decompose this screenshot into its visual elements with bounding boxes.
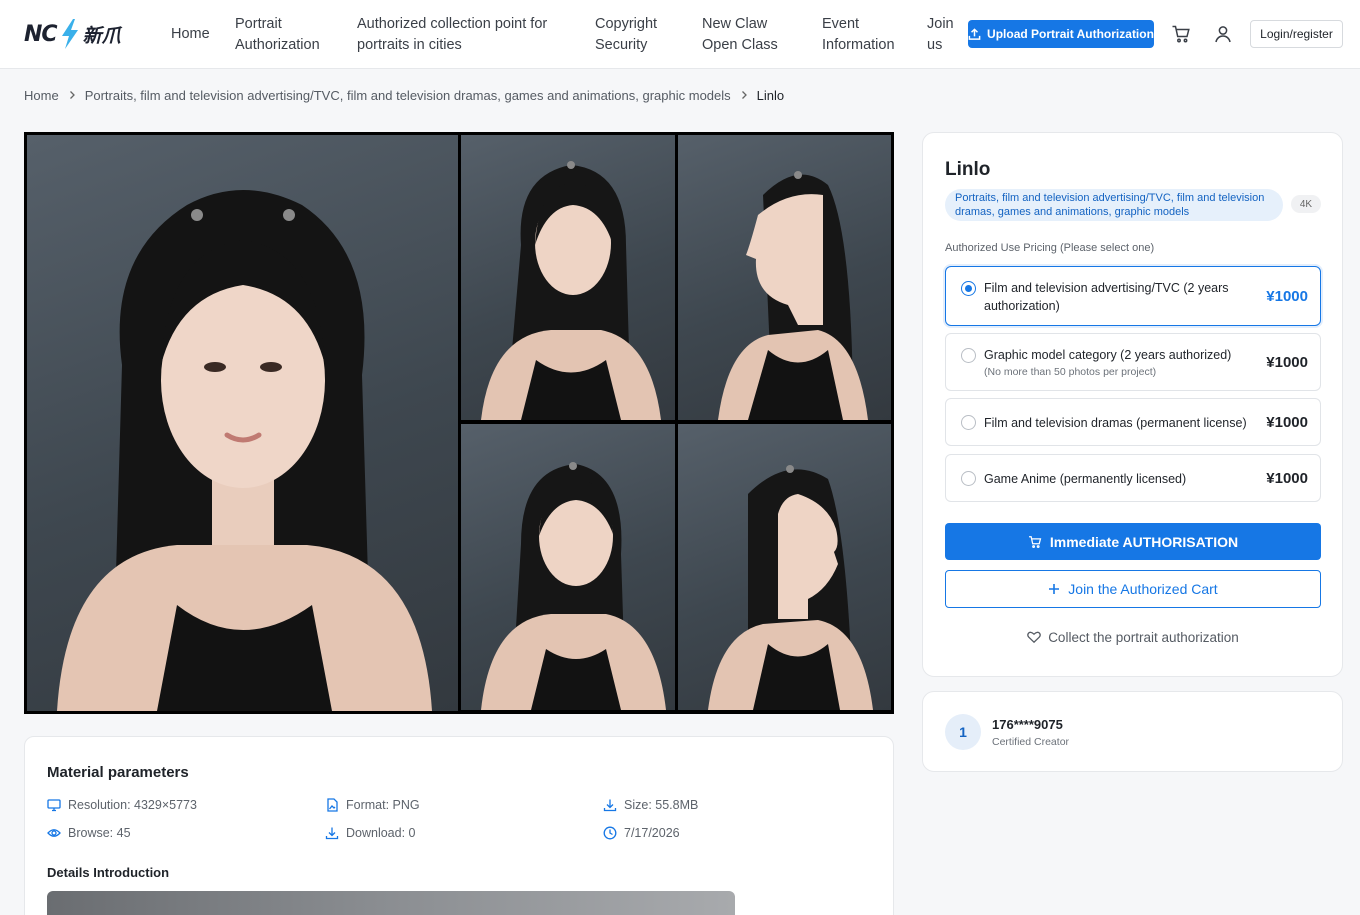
nav-portrait-authorization[interactable]: Portrait Authorization [235, 14, 320, 56]
cart-icon[interactable] [1171, 24, 1191, 44]
download-icon [325, 827, 339, 840]
upload-portrait-label: Upload Portrait Authorization [987, 27, 1154, 41]
param-date-text: 7/17/2026 [624, 826, 680, 840]
params-title: Material parameters [47, 764, 189, 781]
pricing-label: Authorized Use Pricing (Please select on… [945, 242, 1155, 254]
param-browse-text: Browse: 45 [68, 826, 131, 840]
monitor-icon [47, 799, 61, 812]
details-introduction-title: Details Introduction [47, 865, 170, 880]
immediate-authorisation-label: Immediate AUTHORISATION [1049, 533, 1239, 550]
breadcrumb-category[interactable]: Portraits, film and television advertisi… [85, 88, 731, 103]
portrait-photo-profile-side[interactable] [678, 424, 891, 710]
portrait-title: Linlo [945, 159, 991, 180]
param-size-text: Size: 55.8MB [624, 798, 699, 812]
param-format-text: Format: PNG [346, 798, 420, 812]
upload-icon [968, 27, 981, 40]
param-size: Size: 55.8MB [603, 797, 698, 813]
param-format: Format: PNG [325, 797, 420, 813]
nav-event-information[interactable]: Event Information [822, 14, 895, 56]
clock-icon [603, 826, 617, 840]
user-icon[interactable] [1213, 24, 1233, 44]
nav-home[interactable]: Home [171, 24, 210, 45]
immediate-authorisation-button[interactable]: Immediate AUTHORISATION [945, 523, 1321, 560]
collect-label: Collect the portrait authorization [1048, 629, 1239, 645]
creator-card[interactable]: 1 176****9075 Certified Creator [922, 691, 1343, 772]
site-logo[interactable]: NC 新爪 [24, 18, 134, 50]
param-resolution: Resolution: 4329×5773 [47, 797, 197, 813]
breadcrumb: Home Portraits, film and television adve… [24, 86, 784, 104]
authorization-panel: Linlo Portraits, film and television adv… [922, 132, 1343, 677]
nav-copyright-security[interactable]: Copyright Security [595, 14, 657, 56]
nav-join-us[interactable]: Join us [927, 14, 954, 56]
logo-text: NC [24, 21, 58, 47]
nav-collection-points[interactable]: Authorized collection point for portrait… [357, 14, 547, 56]
pricing-option-graphic-model[interactable]: Graphic model category (2 years authoriz… [945, 333, 1321, 391]
upload-portrait-button[interactable]: Upload Portrait Authorization [968, 20, 1154, 48]
logo-bolt-icon [61, 19, 78, 49]
option-price: ¥1000 [1266, 470, 1308, 487]
radio-unselected[interactable] [961, 471, 976, 486]
pricing-option-dramas[interactable]: Film and television dramas (permanent li… [945, 398, 1321, 446]
option-price: ¥1000 [1266, 288, 1308, 305]
download-icon [603, 799, 617, 812]
chevron-right-icon [741, 91, 747, 99]
cart-icon [1028, 535, 1042, 548]
login-register-button[interactable]: Login/register [1250, 20, 1343, 48]
param-date: 7/17/2026 [603, 825, 680, 841]
radio-unselected[interactable] [961, 415, 976, 430]
breadcrumb-current: Linlo [756, 87, 785, 103]
eye-icon [47, 829, 61, 837]
radio-unselected[interactable] [961, 348, 976, 363]
breadcrumb-home[interactable]: Home [24, 88, 59, 103]
portrait-photo-three-quarter-down[interactable] [461, 424, 675, 710]
join-cart-button[interactable]: Join the Authorized Cart [945, 570, 1321, 608]
top-header: NC 新爪 Home Portrait Authorization Author… [0, 0, 1360, 69]
creator-avatar: 1 [945, 714, 981, 750]
category-tag: Portraits, film and television advertisi… [945, 189, 1283, 221]
material-parameters-card: Material parameters Resolution: 4329×577… [24, 736, 894, 915]
portrait-photo-profile-right[interactable] [678, 135, 891, 420]
option-label: Film and television dramas (permanent li… [984, 416, 1247, 430]
chevron-right-icon [69, 91, 75, 99]
pricing-option-tvc[interactable]: Film and television advertising/TVC (2 y… [945, 266, 1321, 326]
option-label: Film and television advertising/TVC (2 y… [984, 281, 1229, 313]
plus-icon [1049, 584, 1060, 594]
details-image [47, 891, 735, 915]
portrait-gallery [24, 132, 894, 714]
logo-cn-text: 新爪 [82, 25, 121, 47]
radio-selected[interactable] [961, 281, 976, 296]
resolution-badge: 4K [1291, 195, 1321, 213]
heart-icon [1027, 631, 1042, 644]
pricing-option-game-anime[interactable]: Game Anime (permanently licensed) ¥1000 [945, 454, 1321, 502]
portrait-photo-main[interactable] [27, 135, 458, 711]
collect-portrait-link[interactable]: Collect the portrait authorization [945, 627, 1321, 647]
option-price: ¥1000 [1266, 354, 1308, 371]
creator-role: Certified Creator [992, 736, 1070, 748]
creator-name: 176****9075 [992, 717, 1063, 732]
portrait-photo-three-quarter[interactable] [461, 135, 675, 420]
param-resolution-text: Resolution: 4329×5773 [68, 798, 197, 812]
option-price: ¥1000 [1266, 414, 1308, 431]
file-image-icon [327, 798, 338, 812]
nav-open-class[interactable]: New Claw Open Class [702, 14, 778, 56]
param-download: Download: 0 [325, 825, 416, 841]
param-browse: Browse: 45 [47, 825, 131, 841]
option-label: Game Anime (permanently licensed) [984, 472, 1187, 486]
option-sublabel: (No more than 50 photos per project) [984, 366, 1157, 378]
option-label: Graphic model category (2 years authoriz… [984, 348, 1232, 362]
join-cart-label: Join the Authorized Cart [1068, 581, 1218, 597]
param-download-text: Download: 0 [346, 826, 416, 840]
